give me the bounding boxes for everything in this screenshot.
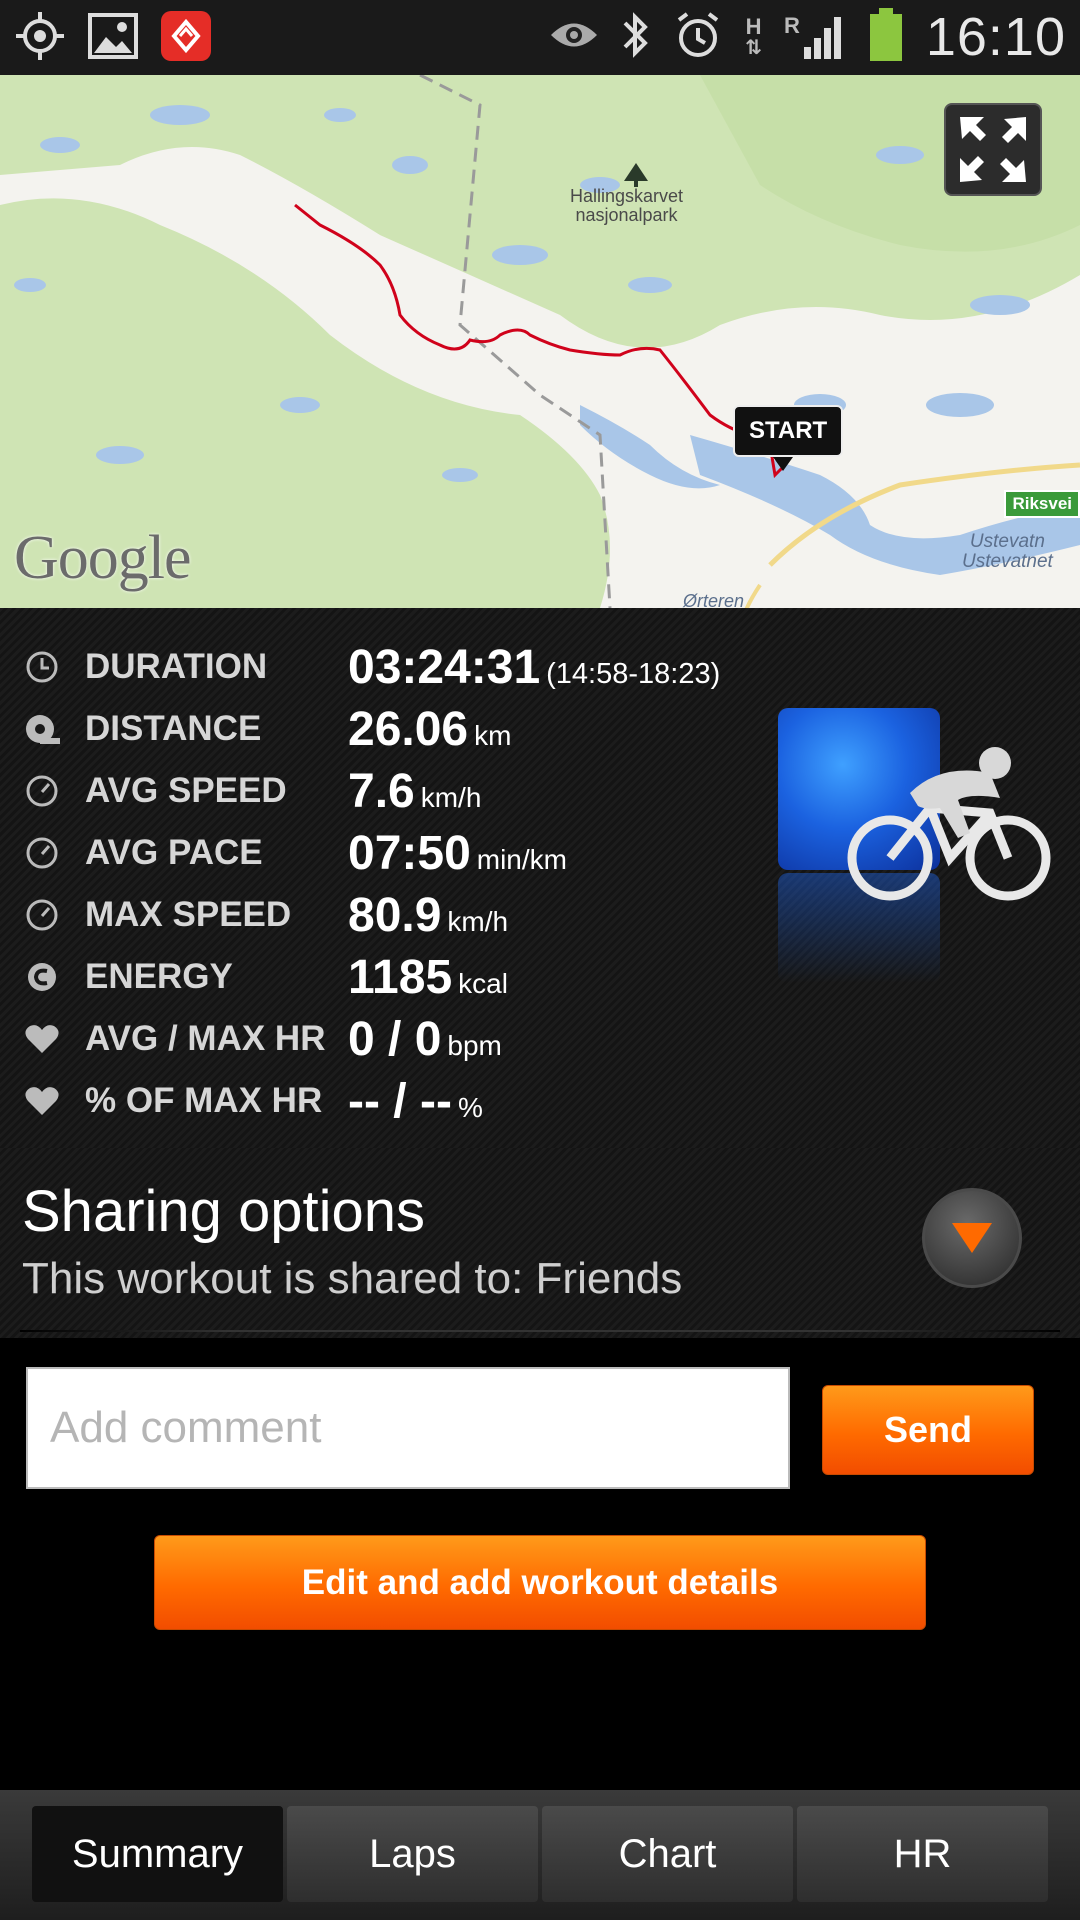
signal-icon: R	[784, 13, 846, 61]
eye-icon	[549, 18, 599, 57]
speedometer-icon	[24, 897, 60, 933]
stat-label: AVG / MAX HR	[85, 1019, 326, 1058]
tab-hr[interactable]: HR	[797, 1806, 1048, 1902]
tape-measure-icon	[24, 711, 60, 747]
status-bar: H ⇅ R 16:10	[0, 0, 1080, 75]
stat-label: % OF MAX HR	[85, 1081, 323, 1120]
sharing-subtitle: This workout is shared to: Friends	[22, 1254, 683, 1303]
stat-unit: kcal	[458, 967, 508, 999]
stat-label: AVG PACE	[85, 833, 263, 872]
tab-bar: Summary Laps Chart HR	[0, 1790, 1080, 1920]
heart-icon	[24, 1083, 60, 1119]
speedometer-icon	[24, 773, 60, 809]
sharing-options[interactable]: Sharing options This workout is shared t…	[0, 1148, 1080, 1338]
tab-summary[interactable]: Summary	[32, 1806, 283, 1902]
gps-icon	[14, 10, 66, 67]
stat-unit: km	[474, 719, 512, 751]
stat-unit: min/km	[476, 843, 567, 875]
divider	[20, 1330, 1060, 1332]
sharing-expand-button[interactable]	[922, 1188, 1022, 1288]
gallery-icon	[88, 13, 138, 64]
stat-label: AVG SPEED	[85, 771, 287, 810]
lake-label: Ustevatn Ustevatnet	[962, 531, 1053, 572]
stat-value: 7.6	[348, 764, 415, 818]
chevron-down-icon	[952, 1223, 992, 1253]
clock-icon	[24, 649, 60, 685]
energy-icon	[24, 959, 60, 995]
stat-label: MAX SPEED	[85, 895, 292, 934]
cycling-icon	[847, 747, 1051, 901]
stat-value: -- / --	[348, 1074, 452, 1128]
stat-value: 07:50	[348, 826, 471, 880]
stat-unit: km/h	[420, 781, 482, 813]
stat-value: 80.9	[348, 888, 442, 942]
stat-value: 0 / 0	[348, 1012, 442, 1066]
bluetooth-icon	[621, 11, 651, 64]
stat-label: DISTANCE	[85, 709, 262, 748]
stat-unit: (14:58-18:23)	[546, 657, 721, 690]
battery-icon	[868, 7, 904, 68]
stat-label: ENERGY	[85, 957, 233, 996]
workout-summary: DURATION 03:24:31 (14:58-18:23) DISTANCE …	[0, 608, 1080, 1148]
park-label: Hallingskarvet nasjonalpark	[570, 186, 684, 225]
clock-time: 16:10	[925, 7, 1066, 67]
app-icon	[160, 10, 212, 67]
speedometer-icon	[24, 835, 60, 871]
stat-unit: %	[457, 1091, 483, 1123]
alarm-icon	[673, 10, 723, 65]
data-arrows-icon: H ⇅	[745, 14, 762, 59]
tab-chart[interactable]: Chart	[542, 1806, 793, 1902]
stat-label: DURATION	[85, 647, 268, 686]
route-map[interactable]: Hallingskarvet nasjonalpark Ustevatn Ust…	[0, 75, 1080, 608]
send-button[interactable]: Send	[822, 1385, 1034, 1475]
sharing-title: Sharing options	[22, 1179, 426, 1244]
expand-icon	[960, 117, 1026, 182]
stat-unit: bpm	[447, 1029, 502, 1061]
google-logo: Google	[14, 524, 192, 592]
place-label: Ørteren	[683, 591, 745, 608]
road-label: Riksvei	[1004, 490, 1080, 518]
edit-workout-button[interactable]: Edit and add workout details	[154, 1535, 926, 1630]
stat-value: 03:24:31	[348, 640, 541, 694]
tab-laps[interactable]: Laps	[287, 1806, 538, 1902]
stat-value: 26.06	[348, 702, 469, 756]
start-marker[interactable]: START	[733, 405, 844, 471]
fullscreen-button[interactable]	[944, 103, 1042, 196]
stat-value: 1185	[348, 950, 453, 1004]
comment-input[interactable]	[26, 1367, 790, 1489]
heart-icon	[24, 1021, 60, 1057]
stat-unit: km/h	[447, 905, 509, 937]
